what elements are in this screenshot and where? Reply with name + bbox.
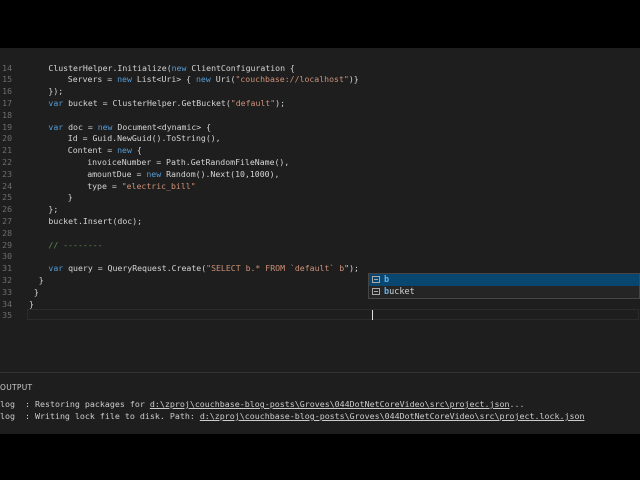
code-text: ClusterHelper.Initialize(new ClientConfi… [48,62,295,73]
code-line: 30 [0,251,640,263]
current-line-highlight [27,308,639,321]
output-path-link[interactable]: d:\zproj\couchbase-blog-posts\Groves\044… [200,411,585,421]
code-line: 14 ClusterHelper.Initialize(new ClientCon… [0,63,640,75]
bottom-letterbox [0,434,640,480]
code-text: var query = QueryRequest.Create("SELECT … [48,263,359,274]
code-text: // -------- [48,239,103,250]
code-line: 28 [0,228,640,240]
code-line: 19 var doc = new Document<dynamic> { [0,122,640,134]
code-text: Id = Guid.NewGuid().ToString(), [67,133,221,144]
code-text: var doc = new Document<dynamic> { [48,121,212,132]
line-number: 33 [2,286,12,297]
line-number: 24 [2,180,12,191]
code-text: }); [48,86,64,97]
output-line: log : Writing lock file to disk. Path: d… [0,411,584,421]
line-number: 18 [2,109,12,120]
code-line: 21 Content = new { [0,145,640,157]
code-text: Content = new { [67,145,142,156]
line-number: 22 [2,156,12,167]
code-text: }; [48,204,59,215]
line-number: 17 [2,97,12,108]
autocomplete-widget[interactable]: b bucket [368,273,640,299]
line-number: 19 [2,121,12,132]
output-text: log : Restoring packages for [0,399,150,409]
suggestion-label: ucket [389,287,415,297]
line-number: 21 [2,145,12,156]
code-line: 17 var bucket = ClusterHelper.GetBucket("… [0,98,640,110]
code-line: 29 // -------- [0,240,640,252]
line-number: 20 [2,133,12,144]
code-line: 24 type = "electric_bill" [0,181,640,193]
code-line: 23 amountDue = new Random().Next(10,1000)… [0,169,640,181]
code-text: } [33,286,39,297]
code-text: amountDue = new Random().Next(10,1000), [87,168,280,179]
line-number: 16 [2,86,12,97]
line-number: 14 [2,62,12,73]
suggestion-match: b [384,275,390,285]
code-line: 15 Servers = new List<Uri> { new Uri("cou… [0,74,640,86]
line-number: 23 [2,168,12,179]
line-number: 29 [2,239,12,250]
code-text: var bucket = ClusterHelper.GetBucket("de… [48,97,286,108]
text-cursor [372,310,373,320]
code-editor[interactable]: 14 ClusterHelper.Initialize(new ClientCon… [0,48,640,372]
code-line: 25} [0,192,640,204]
line-number: 34 [2,298,12,309]
output-line: log : Restoring packages for d:\zproj\co… [0,399,525,409]
variable-icon [372,276,380,283]
line-number: 35 [2,310,12,321]
output-text: ... [509,399,525,409]
suggestion-item-b[interactable]: b [369,274,639,286]
line-number: 15 [2,74,12,85]
panel-title: OUTPUT [0,383,33,392]
code-line: 27 bucket.Insert(doc); [0,216,640,228]
line-number: 31 [2,263,12,274]
variable-icon [372,288,380,295]
code-line: 22 invoiceNumber = Path.GetRandomFileName… [0,157,640,169]
code-text: invoiceNumber = Path.GetRandomFileName()… [87,156,290,167]
line-number: 28 [2,227,12,238]
code-line: 18 [0,110,640,122]
line-number: 26 [2,204,12,215]
code-line: 20 Id = Guid.NewGuid().ToString(), [0,133,640,145]
line-number: 27 [2,215,12,226]
top-letterbox [0,0,640,48]
code-text: } [67,192,73,203]
code-text: type = "electric_bill" [87,180,196,191]
output-path-link[interactable]: d:\zproj\couchbase-blog-posts\Groves\044… [150,399,510,409]
line-number: 30 [2,251,12,262]
code-line: 26}; [0,204,640,216]
suggestion-item-bucket[interactable]: bucket [369,286,639,298]
code-text: } [38,274,44,285]
code-line: 16}); [0,86,640,98]
code-text: Servers = new List<Uri> { new Uri("couch… [67,74,359,85]
output-text: log : Writing lock file to disk. Path: [0,411,200,421]
line-number: 32 [2,274,12,285]
code-text: bucket.Insert(doc); [48,215,143,226]
line-number: 25 [2,192,12,203]
output-panel[interactable]: OUTPUT log : Restoring packages for d:\z… [0,372,640,434]
